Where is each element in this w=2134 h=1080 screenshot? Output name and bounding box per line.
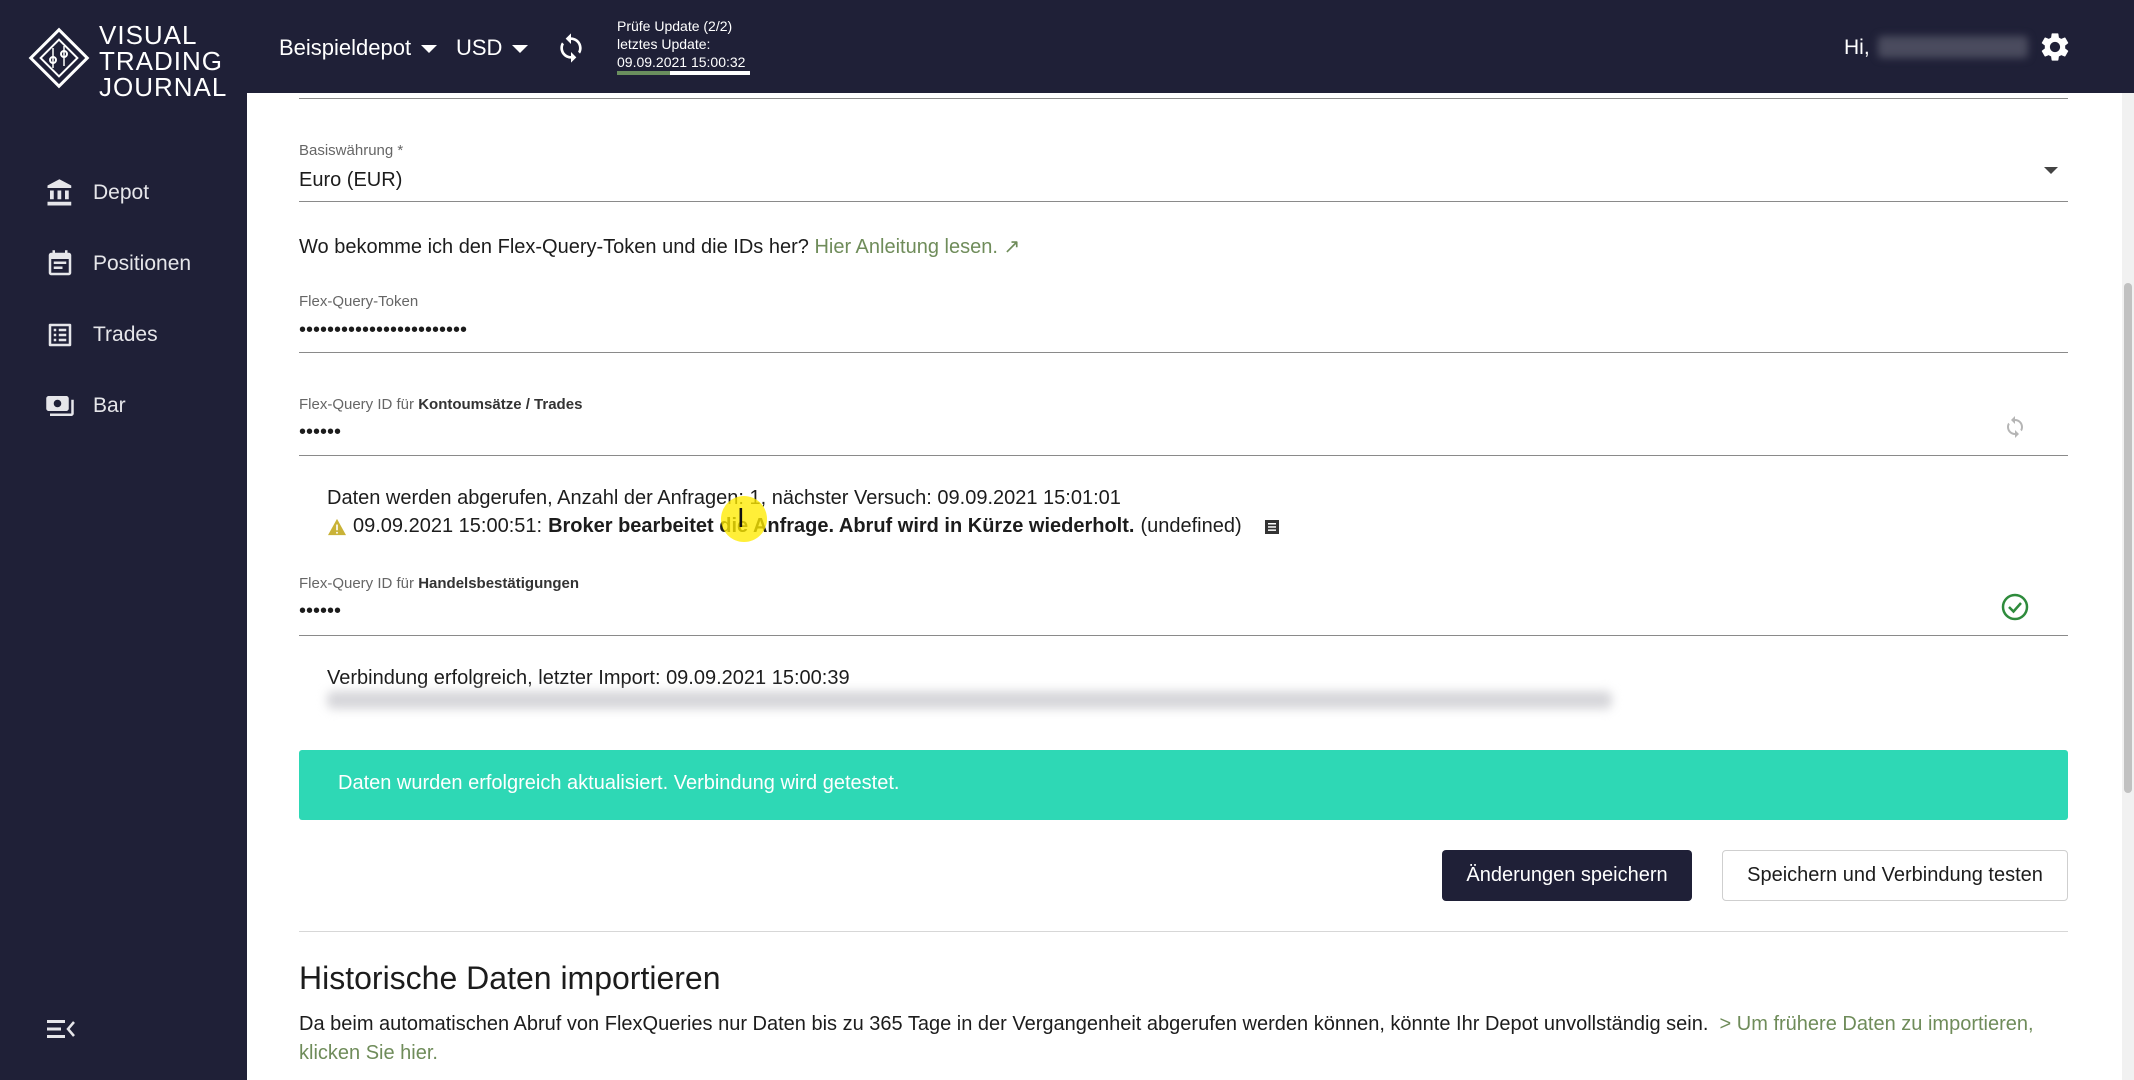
depot-select[interactable]: Beispieldepot xyxy=(279,35,438,61)
confirm-status-text: Verbindung erfolgreich, letzter Import: … xyxy=(327,667,850,689)
username-blurred xyxy=(1878,36,2028,58)
logo-line-3: JOURNAL xyxy=(99,72,228,102)
app-logo[interactable]: VISUAL TRADING JOURNAL xyxy=(27,22,227,102)
help-link[interactable]: Hier Anleitung lesen. ↗ xyxy=(814,236,1020,258)
logo-line-2: TRADING xyxy=(99,46,223,76)
historic-description: Da beim automatischen Abruf von FlexQuer… xyxy=(299,1013,1709,1035)
update-status-label: letztes Update: xyxy=(617,36,711,52)
gear-icon[interactable] xyxy=(2038,30,2072,69)
currency-select-label: USD xyxy=(456,35,503,60)
success-alert: Daten wurden erfolgreich aktualisiert. V… xyxy=(299,750,2068,820)
top-bar: VISUAL TRADING JOURNAL Beispieldepot USD… xyxy=(0,0,2134,100)
logo-text: VISUAL TRADING JOURNAL xyxy=(99,22,227,100)
refresh-icon[interactable] xyxy=(2003,415,2027,444)
blurred-info xyxy=(327,691,1612,709)
greeting: Hi, xyxy=(1844,36,1870,59)
update-progress-bar xyxy=(617,71,750,75)
calendar-list-icon xyxy=(45,249,75,279)
text-cursor-icon: I xyxy=(737,504,745,534)
trades-id-label-prefix: Flex-Query ID für xyxy=(299,396,415,413)
check-circle-icon xyxy=(2001,593,2029,626)
chevron-down-icon[interactable] xyxy=(2044,167,2058,174)
update-status: Prüfe Update (2/2) letztes Update: 09.09… xyxy=(617,17,745,71)
details-icon[interactable] xyxy=(1264,519,1280,535)
list-icon xyxy=(45,320,75,350)
trades-id-underline xyxy=(299,455,2068,456)
save-and-test-button[interactable]: Speichern und Verbindung testen xyxy=(1722,850,2068,901)
help-line: Wo bekomme ich den Flex-Query-Token und … xyxy=(299,234,1020,259)
sidebar-item-label: Trades xyxy=(93,323,158,346)
success-alert-message: Daten wurden erfolgreich aktualisiert. V… xyxy=(338,772,900,794)
trades-warning-time: 09.09.2021 15:00:51: xyxy=(353,515,543,537)
update-progress-fill xyxy=(617,71,671,75)
confirm-id-label-prefix: Flex-Query ID für xyxy=(299,575,415,592)
refresh-icon[interactable] xyxy=(555,32,587,69)
sidebar-item-label: Positionen xyxy=(93,252,192,275)
save-button[interactable]: Änderungen speichern xyxy=(1442,850,1692,901)
section-divider xyxy=(299,931,2068,932)
logo-diamond-icon xyxy=(28,27,90,89)
logo-line-1: VISUAL xyxy=(99,20,198,50)
sidebar-item-label: Depot xyxy=(93,181,150,204)
base-currency-select[interactable]: Euro (EUR) xyxy=(299,169,402,192)
sidebar-item-trades[interactable]: Trades xyxy=(45,320,158,350)
sidebar-item-label: Bar xyxy=(93,394,126,417)
sidebar-item-depot[interactable]: Depot xyxy=(45,178,149,208)
sidebar: Depot Positionen Trades Bar xyxy=(0,93,247,1080)
sidebar-item-bar[interactable]: Bar xyxy=(45,391,126,421)
chevron-down-icon xyxy=(512,45,529,53)
trades-warning-message: Broker bearbeitet die Anfrage. Abruf wir… xyxy=(548,515,1135,537)
depot-select-label: Beispieldepot xyxy=(279,35,412,60)
confirm-id-label: Flex-Query ID für Handelsbestätigungen xyxy=(299,575,579,592)
base-currency-underline xyxy=(299,201,2068,202)
scrollbar[interactable] xyxy=(2122,93,2134,1080)
chevron-down-icon xyxy=(421,45,438,53)
historic-section-text: Da beim automatischen Abruf von FlexQuer… xyxy=(299,1010,2074,1068)
trades-warning: 09.09.2021 15:00:51: Broker bearbeitet d… xyxy=(327,515,1280,538)
trades-warning-suffix: (undefined) xyxy=(1140,515,1242,537)
scrollbar-thumb[interactable] xyxy=(2124,283,2132,793)
historic-section-title: Historische Daten importieren xyxy=(299,960,721,996)
sidebar-item-positionen[interactable]: Positionen xyxy=(45,249,191,279)
collapse-menu-icon[interactable] xyxy=(47,1017,75,1046)
confirm-id-underline xyxy=(299,635,2068,636)
confirm-id-input[interactable]: •••••• xyxy=(299,600,341,623)
token-underline xyxy=(299,352,2068,353)
trades-id-label: Flex-Query ID für Kontoumsätze / Trades xyxy=(299,396,582,413)
help-text: Wo bekomme ich den Flex-Query-Token und … xyxy=(299,236,809,258)
previous-field-underline xyxy=(299,98,2068,99)
bank-icon xyxy=(45,178,75,208)
confirm-id-label-bold: Handelsbestätigungen xyxy=(418,575,580,592)
main-content: Basiswährung * Euro (EUR) Wo bekomme ich… xyxy=(247,93,2122,1080)
update-status-time: 09.09.2021 15:00:32 xyxy=(617,54,746,70)
trades-id-label-bold: Kontoumsätze / Trades xyxy=(418,396,583,413)
token-label: Flex-Query-Token xyxy=(299,293,419,310)
cash-icon xyxy=(45,391,75,421)
currency-select[interactable]: USD xyxy=(456,35,529,61)
trades-id-input[interactable]: •••••• xyxy=(299,421,341,444)
token-input[interactable]: •••••••••••••••••••••••• xyxy=(299,319,467,342)
warning-icon xyxy=(328,518,346,535)
update-status-title: Prüfe Update (2/2) xyxy=(617,18,733,34)
base-currency-label: Basiswährung * xyxy=(299,142,404,159)
